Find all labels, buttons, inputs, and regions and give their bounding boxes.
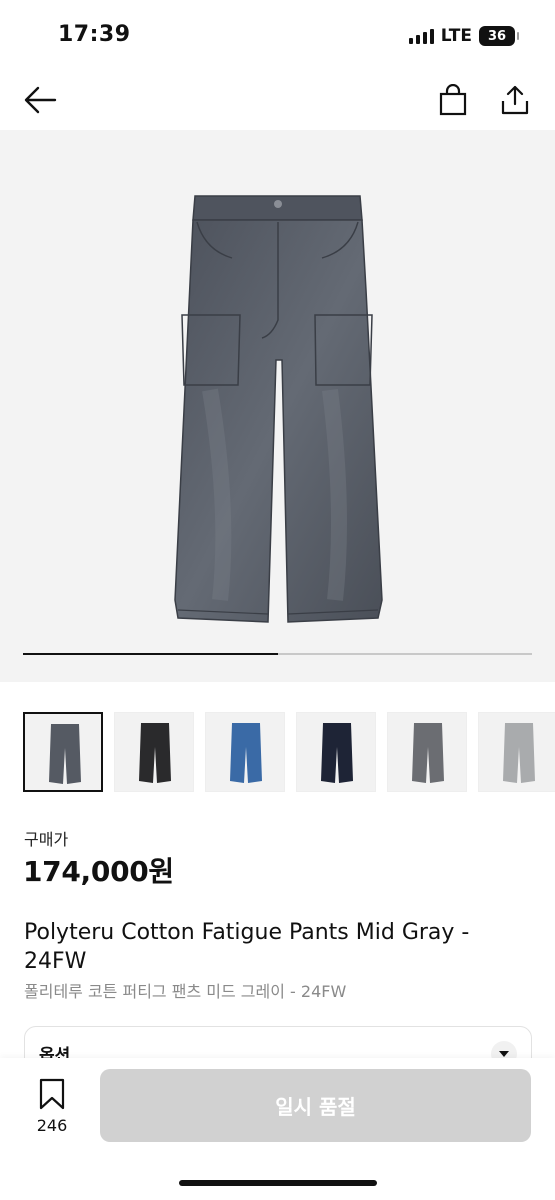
status-time: 17:39 bbox=[58, 22, 131, 47]
bookmark-icon bbox=[39, 1078, 65, 1110]
bottom-action-bar: 246 일시 품절 bbox=[0, 1058, 555, 1200]
back-button[interactable] bbox=[20, 80, 60, 120]
price-value: 174,000원 bbox=[23, 855, 174, 888]
back-arrow-icon bbox=[24, 86, 57, 114]
thumbnail-strip bbox=[23, 712, 555, 792]
thumbnail-image bbox=[321, 723, 353, 783]
status-indicators: LTE 36 bbox=[408, 26, 519, 46]
product-subtitle: 폴리테루 코튼 퍼티그 팬츠 미드 그레이 - 24FW bbox=[24, 982, 347, 1001]
thumbnail-black[interactable] bbox=[114, 712, 194, 792]
wishlist-count: 246 bbox=[36, 1116, 68, 1135]
thumbnail-image bbox=[49, 724, 81, 784]
top-nav bbox=[0, 72, 555, 128]
share-button[interactable] bbox=[495, 80, 535, 120]
carousel-progress bbox=[23, 653, 532, 655]
thumbnail-blue[interactable] bbox=[205, 712, 285, 792]
status-bar: 17:39 LTE 36 bbox=[0, 0, 555, 70]
share-icon bbox=[501, 85, 529, 115]
carousel-progress-fill bbox=[23, 653, 278, 655]
shopping-bag-icon bbox=[439, 84, 467, 116]
thumbnail-image bbox=[503, 723, 535, 783]
thumbnail-image bbox=[230, 723, 262, 783]
signal-icon bbox=[408, 28, 434, 44]
soldout-button[interactable]: 일시 품절 bbox=[100, 1069, 531, 1142]
home-indicator bbox=[179, 1180, 377, 1186]
product-image bbox=[174, 195, 383, 623]
battery-icon: 36 bbox=[479, 26, 519, 46]
thumbnail-navy[interactable] bbox=[296, 712, 376, 792]
thumbnail-gray[interactable] bbox=[387, 712, 467, 792]
thumbnail-image bbox=[139, 723, 171, 783]
battery-level: 36 bbox=[487, 28, 507, 44]
wishlist-button[interactable]: 246 bbox=[24, 1078, 80, 1135]
network-label: LTE bbox=[440, 26, 472, 46]
product-image-carousel[interactable] bbox=[0, 130, 555, 682]
shopping-bag-button[interactable] bbox=[433, 80, 473, 120]
price-label: 구매가 bbox=[24, 830, 69, 849]
thumbnail-light-gray[interactable] bbox=[478, 712, 555, 792]
product-title: Polyteru Cotton Fatigue Pants Mid Gray -… bbox=[24, 920, 470, 974]
thumbnail-image bbox=[412, 723, 444, 783]
thumbnail-mid-gray[interactable] bbox=[23, 712, 103, 792]
